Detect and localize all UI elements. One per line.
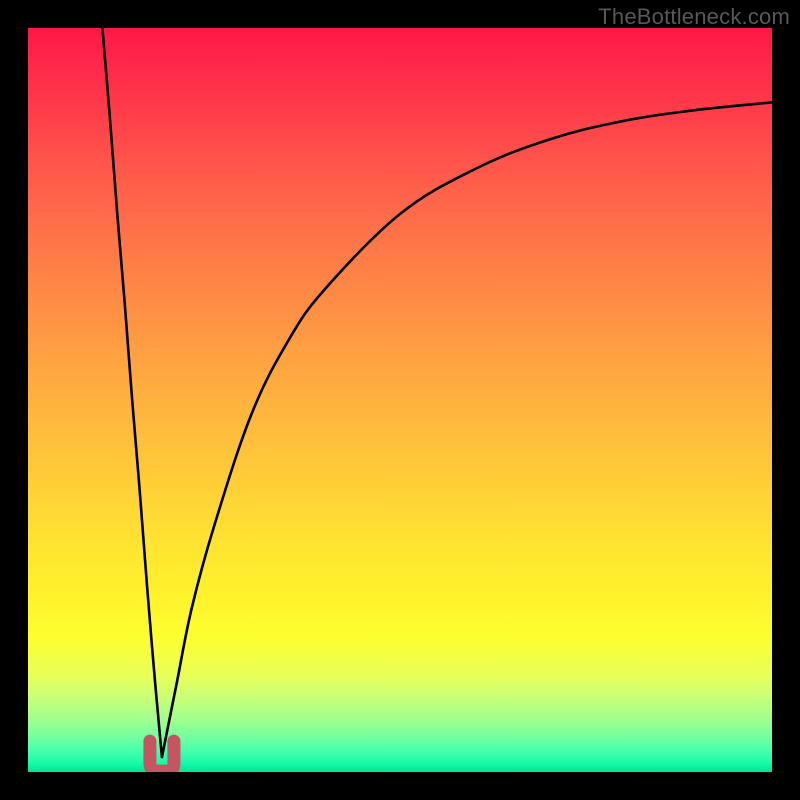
source-credit: TheBottleneck.com: [598, 4, 790, 30]
bottleneck-curve-left: [102, 28, 162, 757]
chart-frame: TheBottleneck.com: [0, 0, 800, 800]
bottleneck-curve-right: [162, 102, 772, 757]
curve-layer: [28, 28, 772, 772]
plot-area: [28, 28, 772, 772]
